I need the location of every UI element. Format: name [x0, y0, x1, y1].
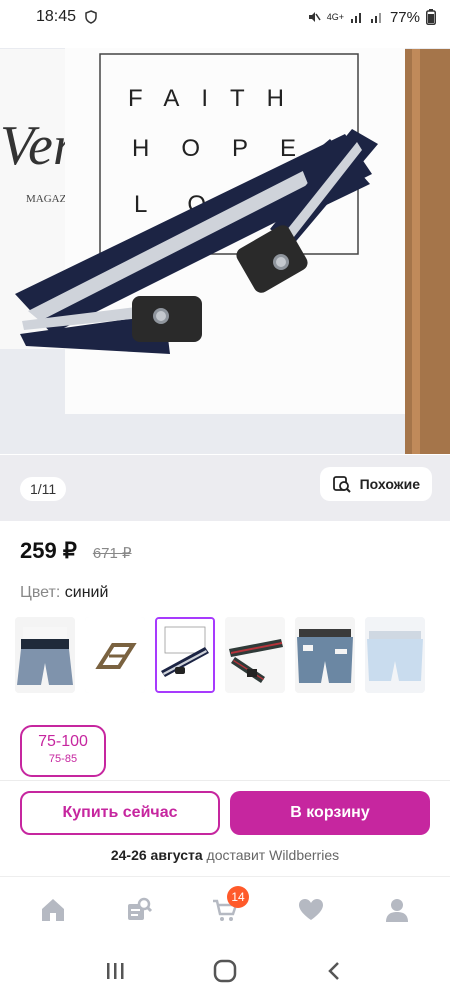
tab-cart[interactable]: 14: [203, 885, 249, 932]
network-type: 4G+: [326, 12, 344, 22]
size-primary: 75-100: [38, 733, 88, 750]
back-chevron-icon: [328, 962, 339, 980]
similar-button[interactable]: Похожие: [319, 467, 432, 501]
similar-search-icon: [332, 476, 351, 493]
action-panel: Купить сейчас В корзину 24-26 августа до…: [0, 780, 450, 876]
profile-icon: [386, 898, 408, 922]
color-label: Цвет:: [20, 584, 61, 601]
back-button[interactable]: [315, 951, 355, 991]
home-icon: [42, 898, 64, 921]
status-time: 18:45: [36, 8, 77, 25]
tab-catalog[interactable]: [117, 888, 161, 932]
shield-icon: [85, 10, 97, 24]
add-to-cart-button[interactable]: В корзину: [230, 791, 430, 835]
variant-thumb-red-belt[interactable]: [225, 617, 285, 693]
similar-label: Похожие: [359, 476, 420, 492]
size-secondary: 75-85: [48, 753, 78, 765]
size-option[interactable]: 75-100 75-85: [20, 725, 106, 777]
variant-thumb-buckle[interactable]: [85, 617, 145, 693]
price-row: 259 ₽ 671 ₽: [20, 538, 132, 564]
variant-thumb-denim-shorts[interactable]: [15, 617, 75, 693]
color-value: синий: [64, 584, 109, 601]
product-photo: Ver MAGAZIN FAITH HOPE LO: [0, 34, 450, 454]
signal-2-icon: [370, 13, 381, 23]
recent-apps-button[interactable]: [95, 951, 135, 991]
card-line-1: FAITH: [128, 85, 306, 112]
catalog-search-icon: [128, 897, 153, 920]
color-variants: [15, 617, 425, 693]
variant-thumb-navy-belt[interactable]: [155, 617, 215, 693]
delivery-date: 24-26 августа: [110, 847, 203, 863]
current-price: 259 ₽: [20, 538, 77, 563]
buy-now-button[interactable]: Купить сейчас: [20, 791, 220, 835]
header-partial: [0, 34, 450, 48]
brand-partial-text: Ver: [0, 115, 75, 177]
mute-icon: [308, 12, 321, 22]
delivery-text: доставит Wildberries: [206, 847, 340, 863]
bottom-tab-bar: 14: [0, 876, 450, 942]
system-nav-bar: [0, 942, 450, 1000]
signal-icon: [350, 13, 361, 23]
heart-icon: [299, 898, 323, 920]
tab-favorites[interactable]: [289, 888, 333, 932]
delivery-info: 24-26 августа доставит Wildberries: [0, 847, 450, 863]
tab-profile[interactable]: [375, 888, 419, 932]
product-image[interactable]: Ver MAGAZIN FAITH HOPE LO: [0, 34, 450, 454]
status-bar: 18:45 4G+ 77%: [0, 0, 450, 34]
old-price: 671 ₽: [92, 545, 132, 562]
home-circle-icon: [213, 959, 237, 983]
battery-percent: 77%: [389, 8, 420, 26]
recent-apps-icon: [107, 963, 124, 979]
variant-thumb-shorts-belt[interactable]: [295, 617, 355, 693]
variant-thumb-white-shorts[interactable]: [365, 617, 425, 693]
image-pager: 1/11: [20, 477, 67, 501]
cart-badge: 14: [227, 885, 249, 908]
tab-home[interactable]: [31, 888, 75, 932]
color-row: Цвет: синий: [20, 584, 108, 602]
home-button[interactable]: [205, 951, 245, 991]
gallery-bar: 1/11 Похожие: [0, 455, 450, 521]
battery-icon: [426, 9, 436, 25]
